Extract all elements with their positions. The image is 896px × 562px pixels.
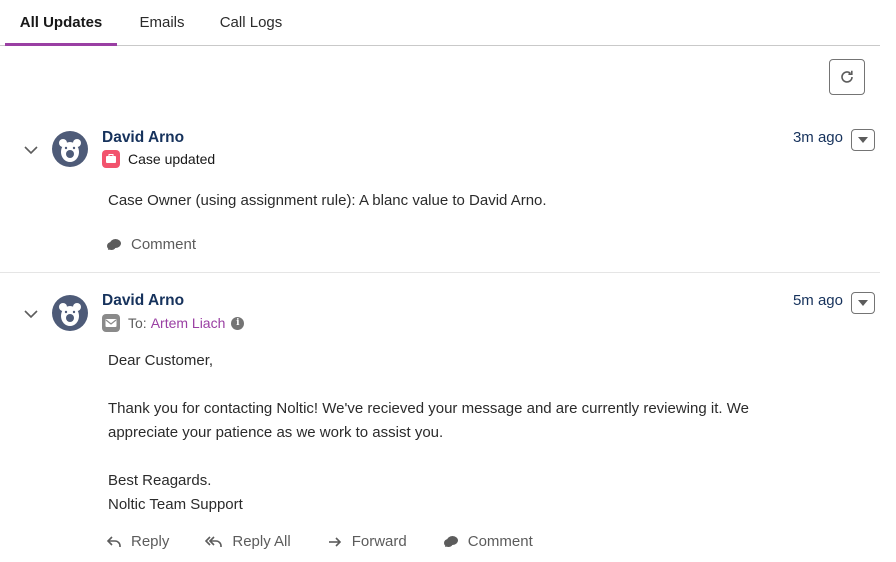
reply-icon xyxy=(106,535,121,547)
forward-button[interactable]: Forward xyxy=(327,533,407,550)
to-label: To: xyxy=(128,315,147,331)
item-menu-button[interactable] xyxy=(851,292,875,314)
comment-label: Comment xyxy=(131,236,197,253)
chevron-down-icon[interactable] xyxy=(22,305,40,323)
email-closing: Best Reagards. xyxy=(108,472,212,489)
timestamp: 3m ago xyxy=(792,129,843,146)
forward-icon xyxy=(328,536,341,547)
email-greeting: Dear Customer, xyxy=(108,352,214,369)
action-bar: Reply Reply All Forward Comment xyxy=(106,533,569,550)
email-signature: Noltic Team Support xyxy=(108,496,243,513)
reply-all-icon xyxy=(205,535,223,547)
tab-bar: All Updates Emails Call Logs xyxy=(0,0,880,46)
action-bar: Comment xyxy=(106,236,232,253)
info-icon[interactable]: i xyxy=(231,316,245,330)
refresh-icon xyxy=(841,70,853,83)
reply-all-button[interactable]: Reply All xyxy=(205,533,291,550)
tab-call-logs[interactable]: Call Logs xyxy=(212,0,290,46)
tab-all-updates[interactable]: All Updates xyxy=(5,0,117,46)
case-icon xyxy=(102,150,120,168)
avatar xyxy=(52,131,88,167)
reply-button[interactable]: Reply xyxy=(106,533,169,550)
comment-label: Comment xyxy=(467,533,533,550)
activity-type-label: Case updated xyxy=(128,151,216,167)
comment-icon xyxy=(107,238,121,250)
avatar xyxy=(52,295,88,331)
bear-icon xyxy=(59,139,81,162)
chevron-down-icon[interactable] xyxy=(22,141,40,159)
email-icon xyxy=(102,314,120,332)
timestamp: 5m ago xyxy=(792,292,843,309)
author-name[interactable]: David Arno xyxy=(102,292,184,310)
refresh-button[interactable] xyxy=(829,59,865,95)
email-paragraph-line-1: Thank you for contacting Noltic! We've r… xyxy=(108,400,749,417)
bear-icon xyxy=(59,303,81,326)
comment-button[interactable]: Comment xyxy=(106,236,196,253)
item-menu-button[interactable] xyxy=(851,129,875,151)
reply-all-label: Reply All xyxy=(232,533,291,550)
comment-button[interactable]: Comment xyxy=(443,533,533,550)
recipient-link[interactable]: Artem Liach xyxy=(151,315,226,331)
email-recipient-line: To: Artem Liach i xyxy=(102,314,245,332)
email-paragraph-line-2: appreciate your patience as we work to a… xyxy=(108,424,444,441)
caret-down-icon xyxy=(858,300,868,306)
activity-type: Case updated xyxy=(102,150,215,168)
comment-icon xyxy=(443,535,458,547)
tab-emails[interactable]: Emails xyxy=(132,0,192,46)
reply-label: Reply xyxy=(131,533,170,550)
caret-down-icon xyxy=(858,137,868,143)
feed-item-email: David Arno 5m ago To: Artem Liach i Dear… xyxy=(0,273,880,562)
feed-item-case-update: David Arno 3m ago Case updated Case Owne… xyxy=(0,115,880,273)
case-update-text: Case Owner (using assignment rule): A bl… xyxy=(108,192,547,209)
forward-label: Forward xyxy=(351,533,407,550)
author-name[interactable]: David Arno xyxy=(102,129,184,147)
